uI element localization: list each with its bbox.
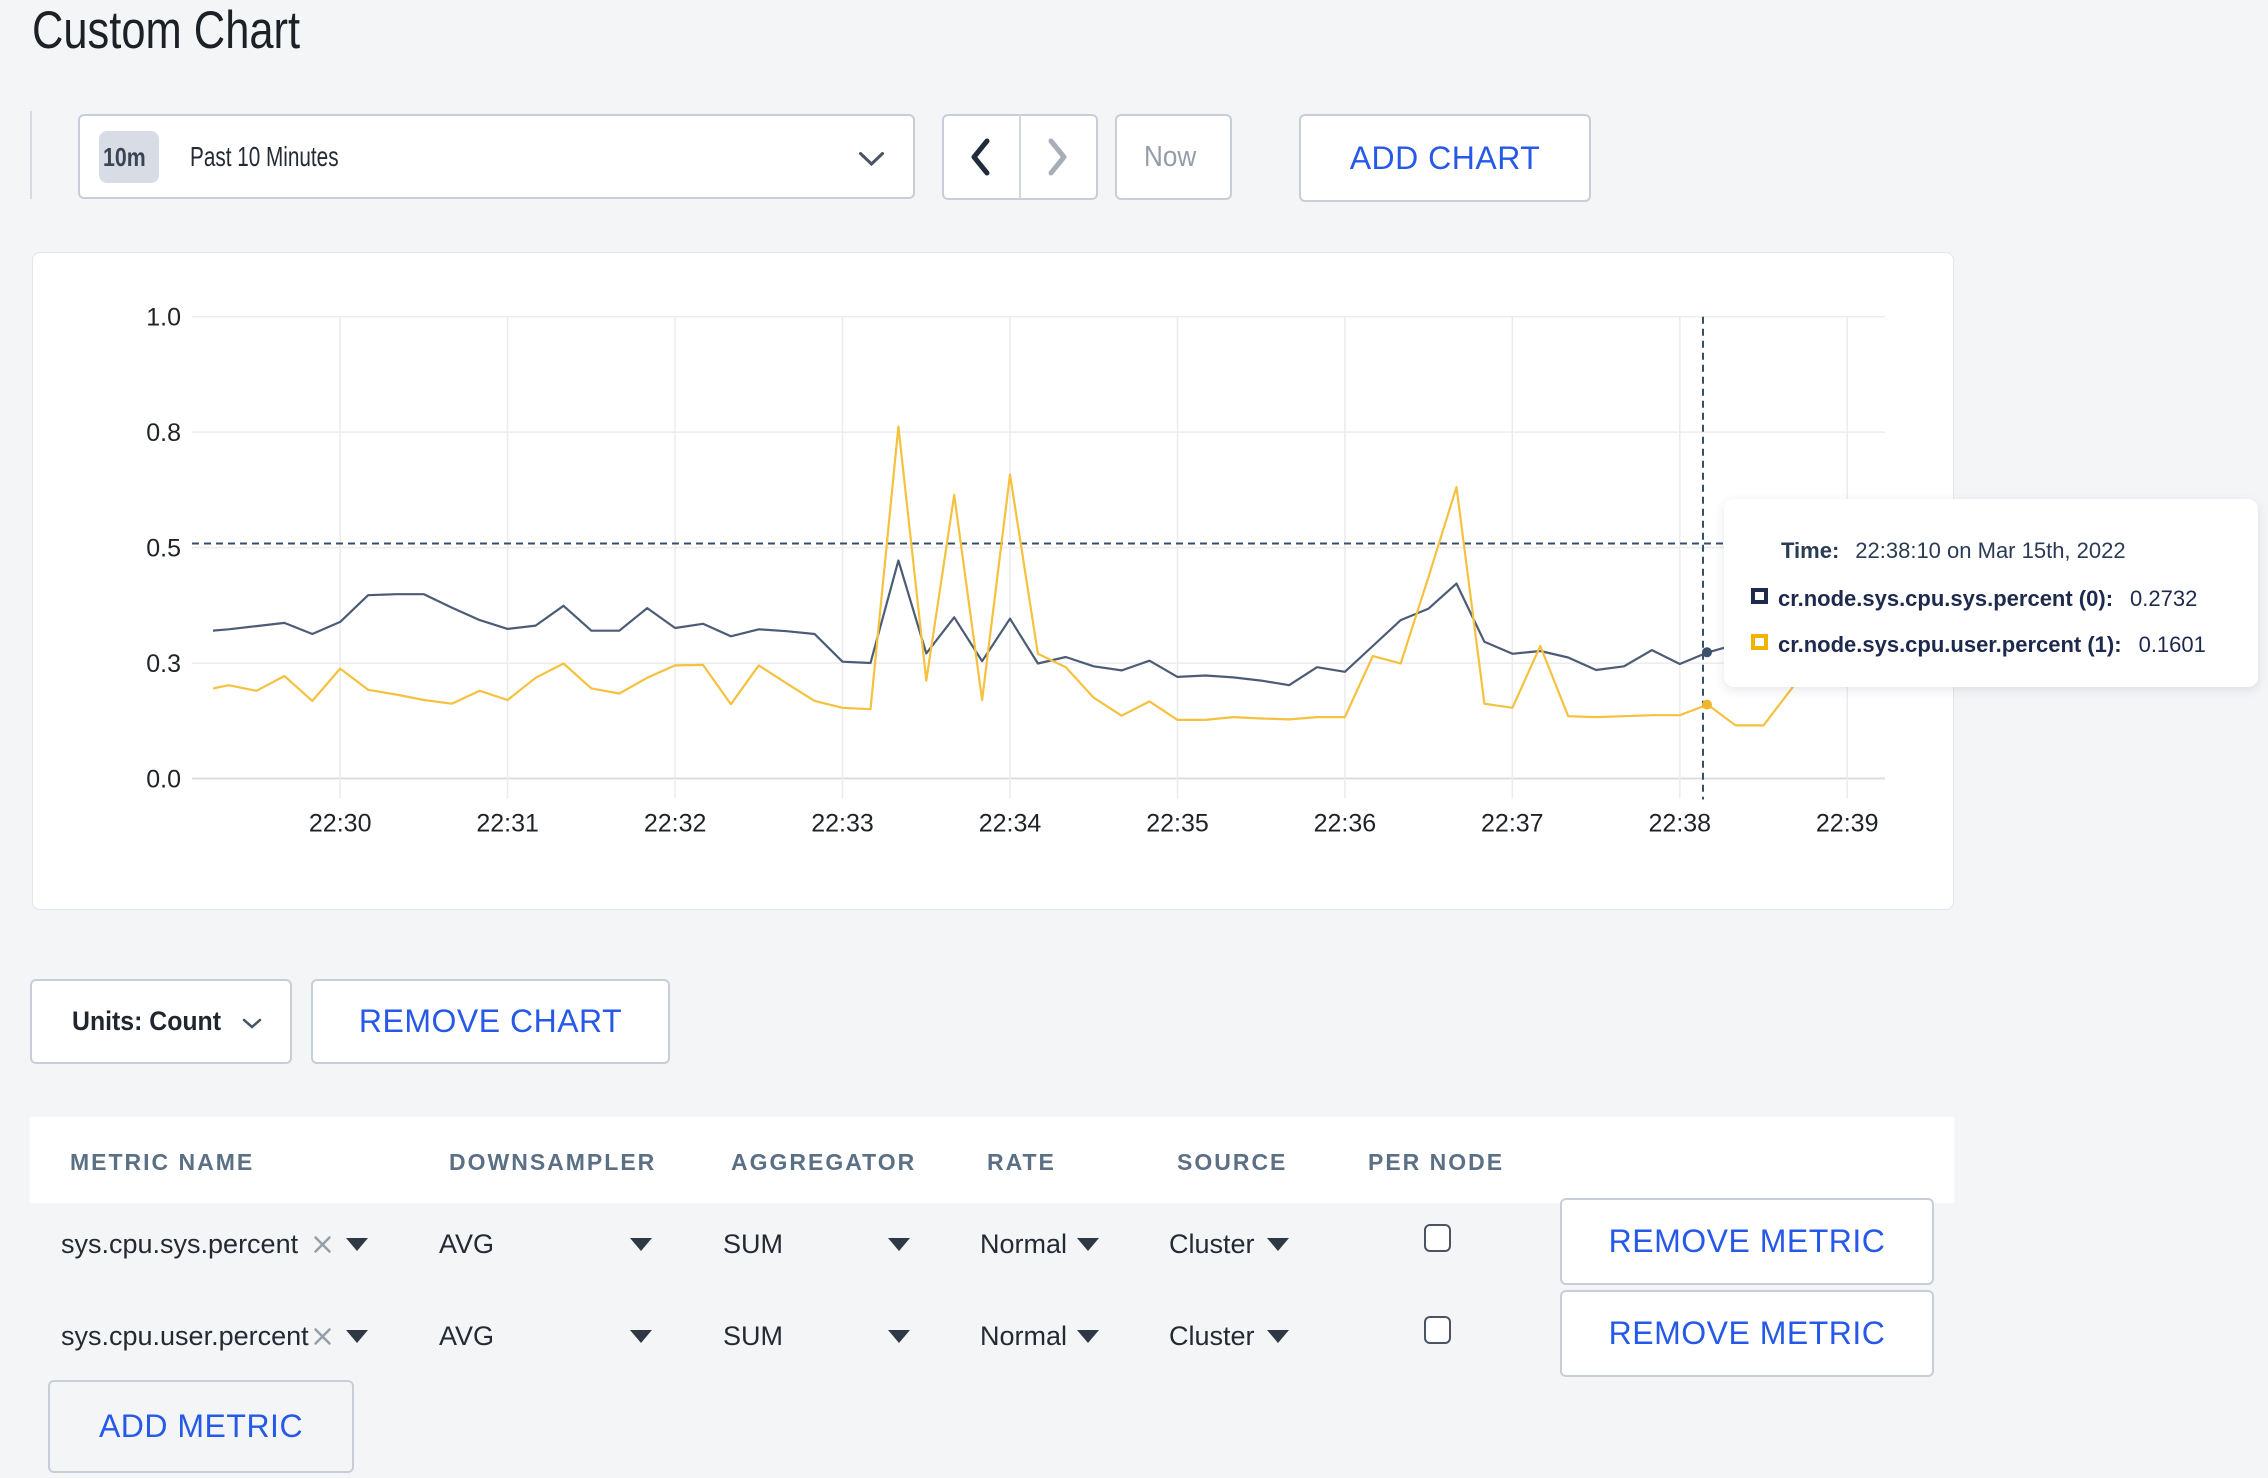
svg-text:22:35: 22:35 — [1146, 810, 1209, 838]
svg-text:22:37: 22:37 — [1481, 810, 1544, 838]
svg-text:0.8: 0.8 — [146, 419, 181, 447]
svg-text:22:32: 22:32 — [644, 810, 707, 838]
svg-text:22:33: 22:33 — [811, 810, 874, 838]
svg-text:22:36: 22:36 — [1314, 810, 1377, 838]
svg-text:0.5: 0.5 — [146, 535, 181, 563]
svg-text:0.0: 0.0 — [146, 766, 181, 794]
svg-text:22:34: 22:34 — [979, 810, 1042, 838]
svg-text:1.0: 1.0 — [146, 304, 181, 332]
svg-text:22:30: 22:30 — [309, 810, 372, 838]
svg-text:22:31: 22:31 — [476, 810, 539, 838]
svg-text:22:39: 22:39 — [1816, 810, 1879, 838]
svg-text:0.3: 0.3 — [146, 650, 181, 678]
svg-text:22:38: 22:38 — [1649, 810, 1712, 838]
